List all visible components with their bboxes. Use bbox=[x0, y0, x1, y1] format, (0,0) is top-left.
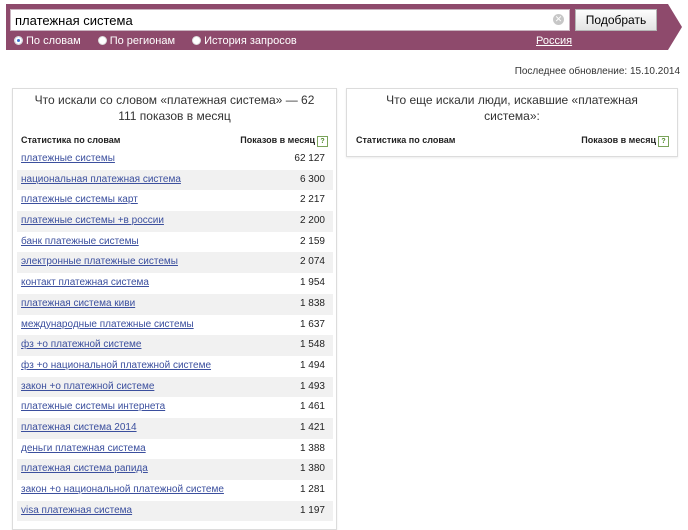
phrase-link[interactable]: платежные системы +в россии bbox=[21, 215, 164, 226]
shows-count: 2 074 bbox=[299, 256, 325, 268]
column-header-shows-label: Показов в месяц bbox=[581, 135, 656, 145]
shows-count: 1 548 bbox=[299, 339, 325, 351]
shows-count: 2 159 bbox=[299, 235, 325, 247]
shows-count: 6 300 bbox=[299, 173, 325, 185]
results-table: платежные системы 62 127 национальная плат… bbox=[17, 149, 333, 522]
search-mode-group: По словам По регионам История запросов bbox=[14, 35, 311, 47]
table-row: фз +о платежной системе 1 548 bbox=[17, 335, 333, 356]
shows-count: 1 388 bbox=[299, 442, 325, 454]
banner-arrow bbox=[668, 4, 682, 50]
related-panel: Что еще искали люди, искавшие «платежная… bbox=[346, 88, 678, 157]
shows-count: 1 637 bbox=[299, 318, 325, 330]
phrase-link[interactable]: международные платежные системы bbox=[21, 319, 194, 330]
shows-count: 2 217 bbox=[299, 194, 325, 206]
submit-button[interactable]: Подобрать bbox=[575, 9, 657, 31]
column-header-shows: Показов в месяц? bbox=[581, 135, 669, 147]
table-row: фз +о национальной платежной системе 1 49… bbox=[17, 356, 333, 377]
column-header-shows-label: Показов в месяц bbox=[240, 135, 315, 145]
shows-count: 1 838 bbox=[299, 297, 325, 309]
phrase-link[interactable]: закон +о национальной платежной системе bbox=[21, 484, 224, 495]
table-row: деньги платежная система 1 388 bbox=[17, 439, 333, 460]
column-header-words: Статистика по словам bbox=[356, 135, 456, 145]
phrase-link[interactable]: электронные платежные системы bbox=[21, 256, 178, 267]
phrase-link[interactable]: фз +о платежной системе bbox=[21, 339, 141, 350]
shows-count: 1 421 bbox=[299, 421, 325, 433]
table-row: закон +о национальной платежной системе 1… bbox=[17, 480, 333, 501]
table-row: платежные системы карт 2 217 bbox=[17, 190, 333, 211]
shows-count: 1 380 bbox=[299, 463, 325, 475]
table-row: visa платежная система 1 197 bbox=[17, 500, 333, 522]
radio-icon[interactable] bbox=[14, 36, 23, 45]
shows-count: 1 954 bbox=[299, 277, 325, 289]
mode-by-words[interactable]: По словам bbox=[14, 35, 81, 47]
table-row: международные платежные системы 1 637 bbox=[17, 315, 333, 336]
shows-count: 1 281 bbox=[299, 484, 325, 495]
search-input[interactable] bbox=[15, 10, 545, 30]
radio-icon[interactable] bbox=[192, 36, 202, 45]
phrase-link[interactable]: платежные системы интернета bbox=[21, 401, 165, 412]
clear-icon[interactable]: ✕ bbox=[553, 14, 564, 25]
phrase-link[interactable]: платежная система 2014 bbox=[21, 422, 137, 433]
phrase-link[interactable]: платежная система киви bbox=[21, 298, 135, 309]
phrase-link[interactable]: visa платежная система bbox=[21, 505, 132, 516]
table-row: электронные платежные системы 2 074 bbox=[17, 252, 333, 274]
mode-history[interactable]: История запросов bbox=[192, 35, 297, 47]
phrase-link[interactable]: контакт платежная система bbox=[21, 277, 149, 288]
help-icon[interactable]: ? bbox=[317, 136, 328, 147]
column-header-shows: Показов в месяц? bbox=[240, 135, 328, 147]
shows-count: 1 493 bbox=[299, 380, 325, 392]
phrase-link[interactable]: банк платежные системы bbox=[21, 236, 139, 247]
phrase-link[interactable]: платежные системы карт bbox=[21, 194, 138, 205]
table-row: платежная система 2014 1 421 bbox=[17, 417, 333, 439]
shows-count: 1 197 bbox=[299, 504, 325, 516]
table-row: национальная платежная система 6 300 bbox=[17, 169, 333, 191]
table-row: платежная система киви 1 838 bbox=[17, 293, 333, 315]
table-row: платежные системы +в россии 2 200 bbox=[17, 211, 333, 232]
table-row: платежные системы 62 127 bbox=[17, 149, 333, 170]
panel-title: Что искали со словом «платежная система»… bbox=[34, 93, 315, 123]
words-panel: Что искали со словом «платежная система»… bbox=[12, 88, 337, 530]
shows-count: 1 461 bbox=[299, 401, 325, 413]
table-row: закон +о платежной системе 1 493 bbox=[17, 376, 333, 398]
shows-count: 62 127 bbox=[294, 153, 325, 164]
shows-count: 2 200 bbox=[299, 215, 325, 227]
column-header-words: Статистика по словам bbox=[21, 135, 121, 145]
table-row: банк платежные системы 2 159 bbox=[17, 232, 333, 253]
search-box[interactable]: ✕ bbox=[10, 9, 570, 31]
phrase-link[interactable]: платежная система рапида bbox=[21, 463, 148, 474]
last-updated: Последнее обновление: 15.10.2014 bbox=[514, 66, 680, 77]
phrase-link[interactable]: деньги платежная система bbox=[21, 443, 146, 454]
radio-icon[interactable] bbox=[97, 36, 107, 45]
phrase-link[interactable]: национальная платежная система bbox=[21, 174, 181, 185]
shows-count: 1 494 bbox=[299, 359, 325, 371]
phrase-link[interactable]: фз +о национальной платежной системе bbox=[21, 360, 211, 371]
table-row: контакт платежная система 1 954 bbox=[17, 273, 333, 294]
help-icon[interactable]: ? bbox=[658, 136, 669, 147]
panel-title: Что еще искали люди, искавшие «платежная… bbox=[386, 93, 638, 123]
phrase-link[interactable]: платежные системы bbox=[21, 153, 115, 164]
table-row: платежная система рапида 1 380 bbox=[17, 459, 333, 480]
phrase-link[interactable]: закон +о платежной системе bbox=[21, 381, 154, 392]
region-link[interactable]: Россия bbox=[536, 35, 572, 47]
table-row: платежные системы интернета 1 461 bbox=[17, 397, 333, 418]
mode-by-regions[interactable]: По регионам bbox=[97, 35, 175, 47]
